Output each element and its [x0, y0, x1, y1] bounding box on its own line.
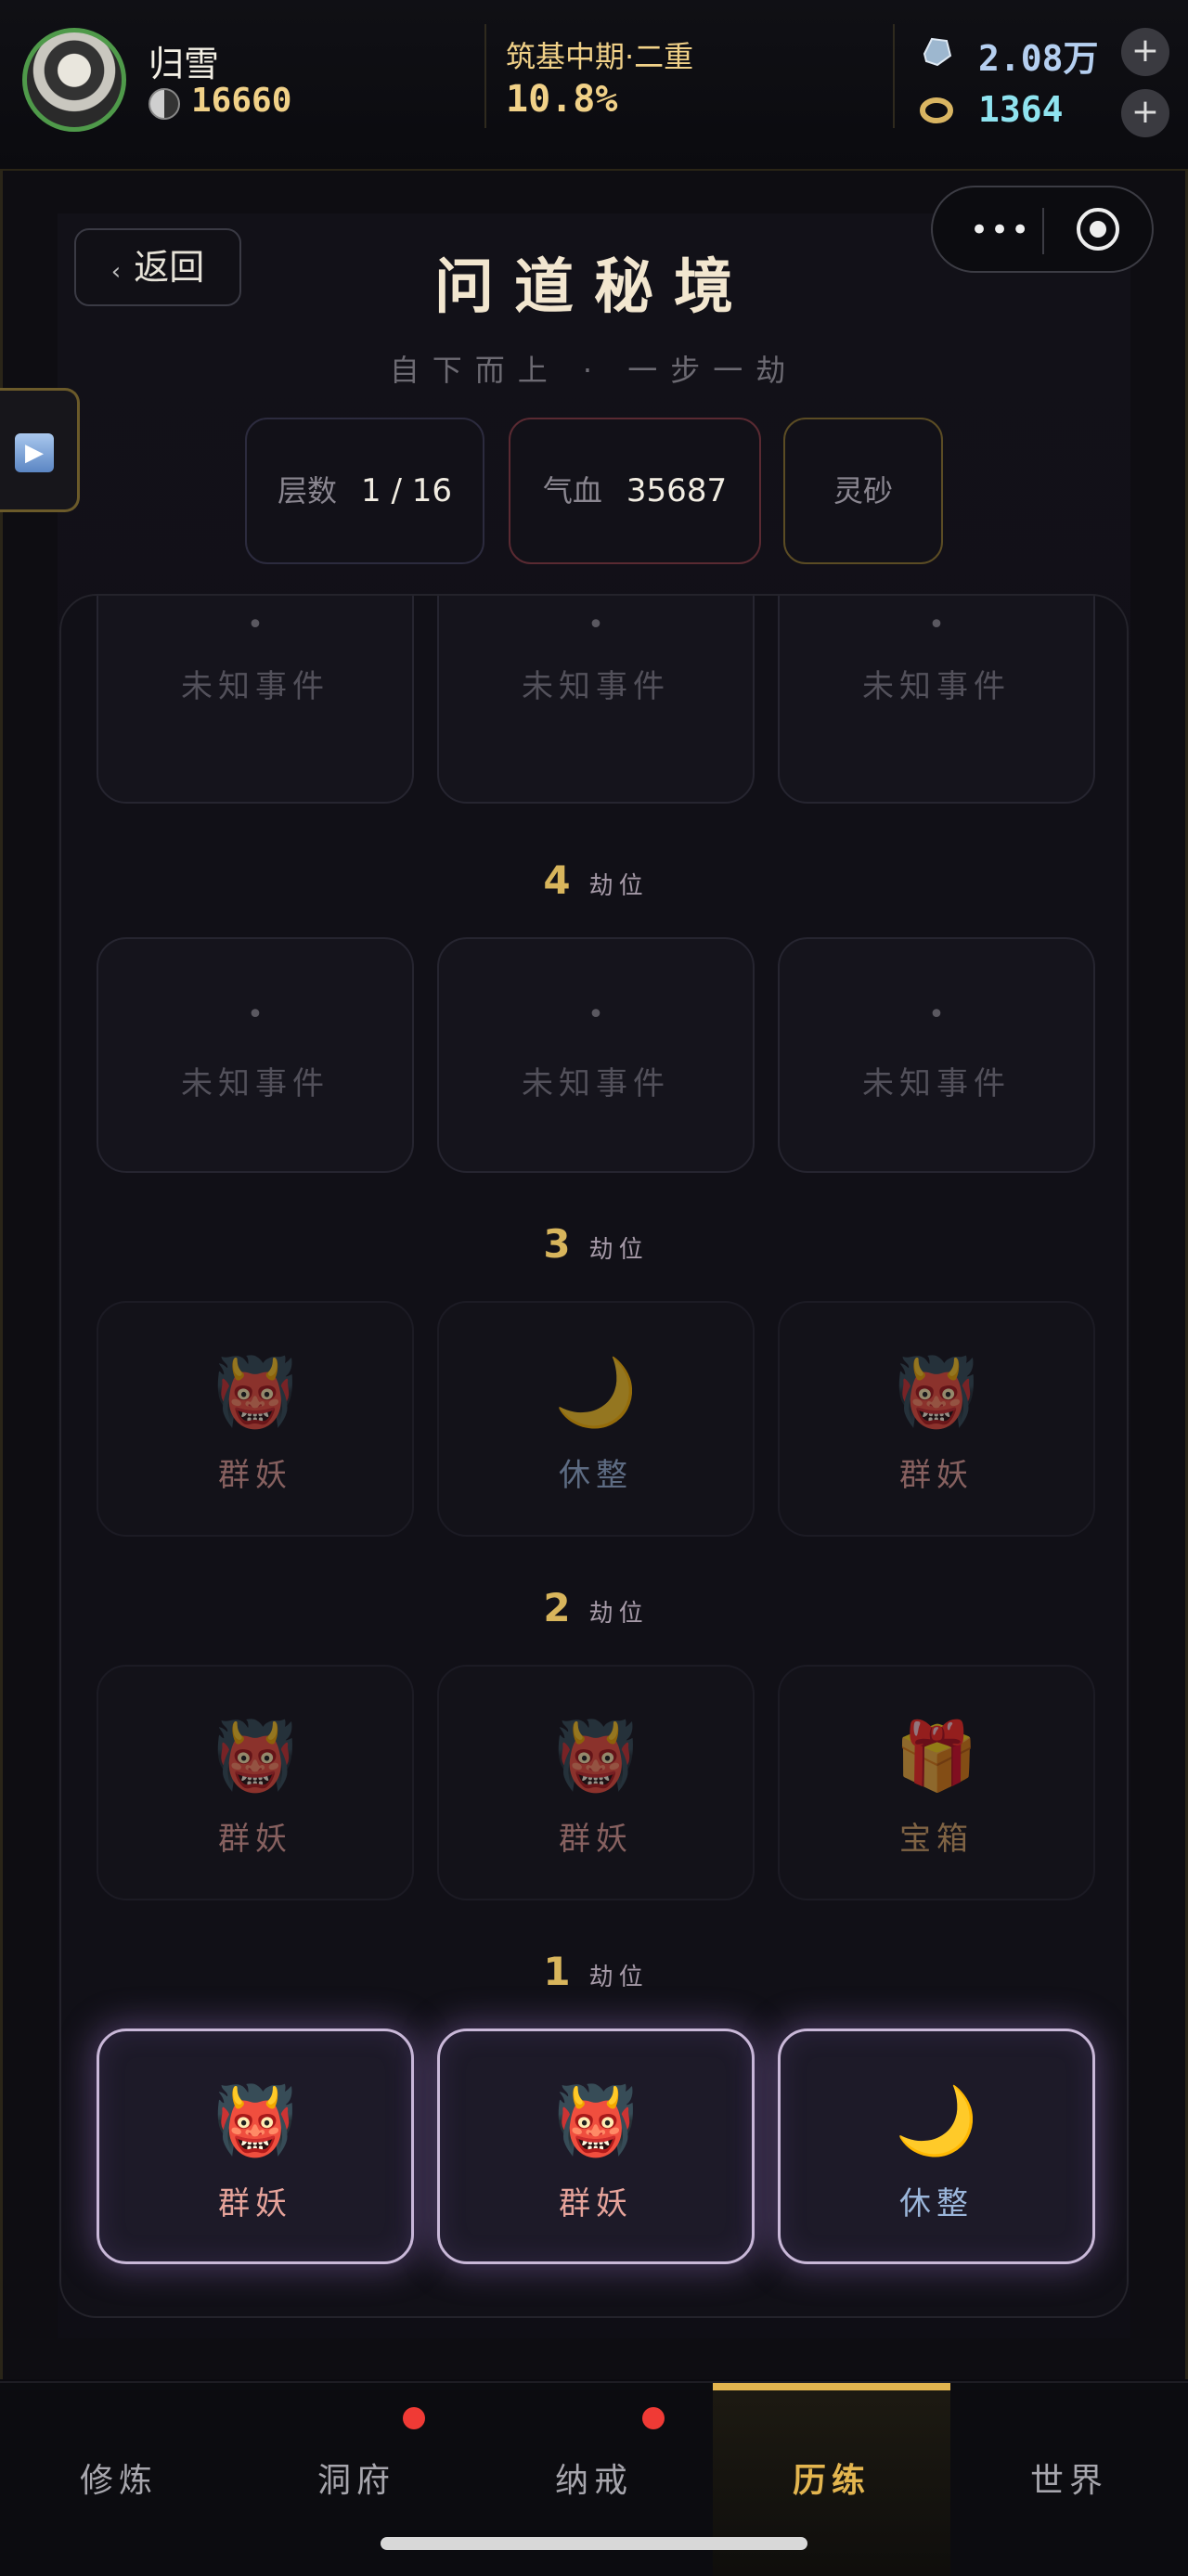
- nav-world[interactable]: 世界: [950, 2383, 1188, 2576]
- event-cell-unknown: • 未知事件: [778, 596, 1095, 804]
- tier-suffix: 劫位: [588, 1600, 649, 1628]
- unknown-dot: •: [247, 998, 264, 1031]
- tier-number: 4: [543, 857, 571, 903]
- tier-number: 1: [543, 1949, 571, 1994]
- floor-label: 层数: [278, 473, 338, 509]
- event-label: 未知事件: [522, 668, 670, 705]
- nav-label: 世界: [1029, 2462, 1108, 2500]
- event-label: 群妖: [559, 1821, 633, 1858]
- event-cell-treasure: 🎁 宝箱: [778, 1665, 1095, 1900]
- add-spirit-stone-button[interactable]: +: [1121, 28, 1169, 76]
- tier-label-1: 1 劫位: [61, 1949, 1127, 1994]
- spirit-stone-value: 2.08万: [978, 38, 1099, 79]
- ogre-icon: 👹: [554, 1717, 638, 1795]
- ogre-icon: 👹: [213, 2081, 297, 2159]
- realm-progress: 10.8%: [506, 78, 618, 121]
- ring-value: 1364: [978, 89, 1064, 130]
- tier-label-4: 4 劫位: [61, 857, 1127, 903]
- moon-icon: 🌙: [554, 1353, 638, 1431]
- event-label: 未知事件: [862, 1065, 1011, 1102]
- event-cell-monsters: 👹 群妖: [97, 1665, 414, 1900]
- storage-ring-icon: [920, 97, 953, 123]
- play-icon: ▶: [15, 433, 54, 472]
- event-cell-unknown: • 未知事件: [437, 596, 755, 804]
- nav-label: 历练: [792, 2462, 871, 2500]
- cultivation-realm: 筑基中期·二重: [506, 39, 694, 74]
- tower-map: • 未知事件 • 未知事件 • 未知事件 4 劫位 • 未知事件 • 未知事件 •…: [59, 594, 1129, 2318]
- event-cell-unknown: • 未知事件: [97, 937, 414, 1173]
- status-bar: 归雪 16660 筑基中期·二重 10.8% 2.08万 + 1364 +: [0, 0, 1188, 171]
- side-drawer-tab[interactable]: ▶: [0, 388, 80, 512]
- event-label: 休整: [559, 1457, 633, 1494]
- spirit-stone-icon: [923, 37, 952, 67]
- event-cell-monsters[interactable]: 👹 群妖: [97, 2029, 414, 2264]
- spirit-sand-label: 灵砂: [833, 473, 893, 509]
- nav-label: 修炼: [79, 2462, 158, 2500]
- event-cell-monsters: 👹 群妖: [97, 1301, 414, 1537]
- event-cell-monsters[interactable]: 👹 群妖: [437, 2029, 755, 2264]
- floor-value: 1 / 16: [361, 472, 452, 509]
- event-label: 宝箱: [899, 1821, 974, 1858]
- notification-dot: [403, 2407, 425, 2429]
- gift-box-icon: 🎁: [895, 1717, 978, 1795]
- event-cell-unknown: • 未知事件: [778, 937, 1095, 1173]
- unknown-dot: •: [588, 609, 604, 641]
- event-label: 休整: [899, 2185, 974, 2222]
- unknown-dot: •: [247, 609, 264, 641]
- event-label: 未知事件: [862, 668, 1011, 705]
- tier-number: 3: [543, 1221, 571, 1267]
- divider: [893, 24, 895, 128]
- divider: [484, 24, 486, 128]
- event-cell-unknown: • 未知事件: [97, 596, 414, 804]
- tier-label-3: 3 劫位: [61, 1221, 1127, 1267]
- event-cell-rest[interactable]: 🌙 休整: [778, 2029, 1095, 2264]
- event-label: 未知事件: [181, 668, 329, 705]
- ogre-icon: 👹: [213, 1353, 297, 1431]
- event-label: 未知事件: [522, 1065, 670, 1102]
- tier-suffix: 劫位: [588, 872, 649, 900]
- event-cell-unknown: • 未知事件: [437, 937, 755, 1173]
- unknown-dot: •: [928, 998, 945, 1031]
- nav-cultivate[interactable]: 修炼: [0, 2383, 238, 2576]
- tier-number: 2: [543, 1585, 571, 1630]
- ogre-icon: 👹: [213, 1717, 297, 1795]
- event-cell-monsters: 👹 群妖: [437, 1665, 755, 1900]
- tier-suffix: 劫位: [588, 1236, 649, 1264]
- spirit-sand-stat: 灵砂: [783, 418, 943, 564]
- add-ring-button[interactable]: +: [1121, 89, 1169, 137]
- coin-value: 16660: [191, 82, 292, 120]
- hp-stat: 气血 35687: [509, 418, 761, 564]
- tier-label-2: 2 劫位: [61, 1585, 1127, 1630]
- player-name: 归雪: [148, 44, 220, 84]
- ogre-icon: 👹: [895, 1353, 978, 1431]
- home-indicator: [381, 2537, 807, 2550]
- yin-yang-coin-icon: [148, 88, 180, 120]
- hp-value: 35687: [626, 472, 728, 509]
- nav-label: 纳戒: [554, 2462, 633, 2500]
- unknown-dot: •: [928, 609, 945, 641]
- event-label: 群妖: [218, 1457, 292, 1494]
- event-label: 群妖: [559, 2185, 633, 2222]
- moon-icon: 🌙: [895, 2081, 978, 2159]
- nav-label: 洞府: [316, 2462, 395, 2500]
- notification-dot: [642, 2407, 665, 2429]
- unknown-dot: •: [588, 998, 604, 1031]
- event-cell-monsters: 👹 群妖: [778, 1301, 1095, 1537]
- event-label: 未知事件: [181, 1065, 329, 1102]
- event-label: 群妖: [218, 2185, 292, 2222]
- event-cell-rest: 🌙 休整: [437, 1301, 755, 1537]
- page-title: 问道秘境: [434, 253, 754, 322]
- player-avatar[interactable]: [22, 28, 126, 132]
- hp-label: 气血: [542, 473, 602, 509]
- ogre-icon: 👹: [554, 2081, 638, 2159]
- event-label: 群妖: [899, 1457, 974, 1494]
- event-label: 群妖: [218, 1821, 292, 1858]
- floor-stat: 层数 1 / 16: [245, 418, 484, 564]
- tier-suffix: 劫位: [588, 1964, 649, 1991]
- page-subtitle: 自下而上 · 一步一劫: [389, 353, 799, 388]
